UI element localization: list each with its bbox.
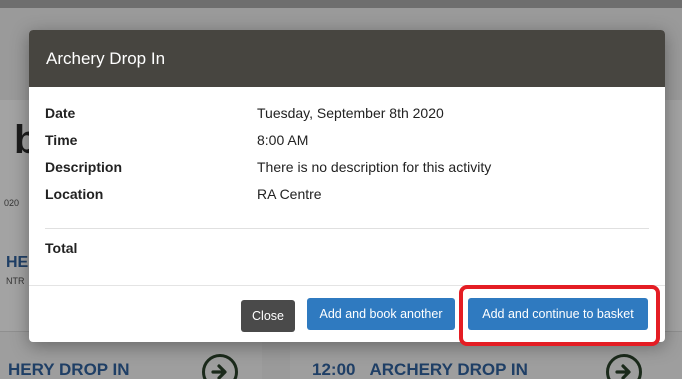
detail-row-description: Description There is no description for … [29, 159, 665, 181]
time-label: Time [45, 132, 78, 148]
detail-row-date: Date Tuesday, September 8th 2020 [29, 105, 665, 127]
activity-card-title: 12:00 ARCHERY DROP IN [312, 360, 528, 379]
detail-row-time: Time 8:00 AM [29, 132, 665, 154]
background-activity-heading: HE [6, 254, 29, 271]
background-date-text: 020 [4, 198, 20, 208]
close-button[interactable]: Close [241, 300, 295, 332]
detail-row-location: Location RA Centre [29, 186, 665, 208]
time-value: 8:00 AM [257, 132, 309, 148]
modal-body: Date Tuesday, September 8th 2020 Time 8:… [29, 87, 665, 285]
arrow-right-circle-icon[interactable] [202, 354, 238, 379]
modal-header: Archery Drop In [29, 30, 665, 87]
booking-modal: Archery Drop In Date Tuesday, September … [29, 30, 665, 342]
activity-card-title: HERY DROP IN [8, 360, 130, 379]
description-value: There is no description for this activit… [257, 159, 492, 175]
description-label: Description [45, 159, 123, 175]
divider [45, 228, 649, 229]
background-location-text: NTR [6, 276, 25, 286]
background-top-bar [0, 0, 682, 8]
modal-footer-divider [29, 285, 665, 286]
location-label: Location [45, 186, 104, 202]
total-label: Total [45, 240, 78, 256]
activity-card-name: ARCHERY DROP IN [369, 360, 528, 379]
modal-title: Archery Drop In [46, 49, 166, 68]
arrow-right-circle-icon[interactable] [606, 354, 642, 379]
activity-card-time: 12:00 [312, 360, 356, 379]
date-label: Date [45, 105, 76, 121]
add-and-book-another-button[interactable]: Add and book another [307, 298, 455, 330]
date-value: Tuesday, September 8th 2020 [257, 105, 444, 121]
add-and-continue-to-basket-button[interactable]: Add and continue to basket [468, 298, 648, 330]
location-value: RA Centre [257, 186, 322, 202]
detail-row-total: Total [29, 240, 665, 262]
